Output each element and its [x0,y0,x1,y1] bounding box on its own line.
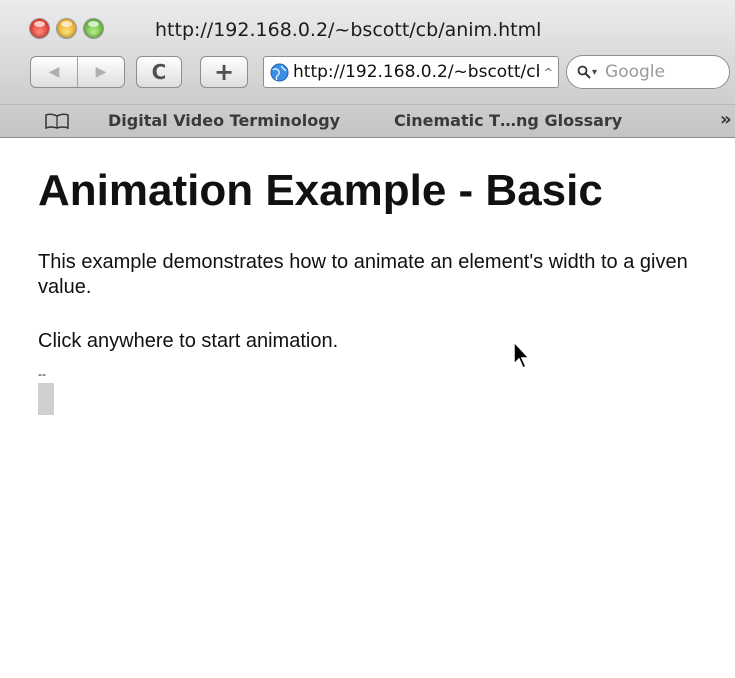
window-title: http://192.168.0.2/~bscott/cb/anim.html [155,19,542,41]
address-bar[interactable]: http://192.168.0.2/~bscott/cb/anim.html … [263,56,559,88]
page-title: Animation Example - Basic [38,166,603,215]
zoom-window-button[interactable] [84,19,103,38]
placeholder-text: -- [38,367,46,381]
forward-arrow-icon: ▶ [95,64,107,80]
add-bookmark-button[interactable]: + [200,56,248,88]
bookmarks-book-icon[interactable] [44,112,70,130]
search-field[interactable]: ▾ [566,55,730,89]
url-text[interactable]: http://192.168.0.2/~bscott/cb/anim.html [293,62,539,82]
search-icon [577,65,591,79]
page-description: This example demonstrates how to animate… [38,251,688,298]
bookmark-digital-video-terminology[interactable]: Digital Video Terminology [108,111,340,130]
reload-icon: C [151,60,167,84]
back-button[interactable]: ◀ [31,64,77,80]
minimize-window-button[interactable] [57,19,76,38]
back-forward-group: ◀ ▶ [30,56,125,88]
bookmarks-overflow-icon[interactable]: » [720,109,732,130]
globe-icon [270,62,289,82]
animated-box[interactable] [38,383,54,415]
navigation-toolbar: ◀ ▶ C + http://192.168.0.2/~bscott/cb/an… [0,52,735,92]
close-window-button[interactable] [30,19,49,38]
browser-chrome: http://192.168.0.2/~bscott/cb/anim.html … [0,0,735,138]
title-bar: http://192.168.0.2/~bscott/cb/anim.html [0,13,735,43]
search-input[interactable] [603,61,708,83]
bookmarks-bar: Digital Video Terminology Cinematic T…ng… [0,104,735,138]
plus-icon: + [213,58,235,86]
page-instruction: Click anywhere to start animation. [38,330,339,352]
forward-button[interactable]: ▶ [78,64,124,80]
bookmark-cinematic-glossary[interactable]: Cinematic T…ng Glossary [394,111,622,130]
url-dropdown-icon[interactable]: ^ [544,66,553,79]
back-arrow-icon: ◀ [48,64,60,80]
mouse-cursor-icon [513,340,531,370]
reload-button[interactable]: C [136,56,182,88]
search-menu-icon[interactable]: ▾ [592,67,597,78]
